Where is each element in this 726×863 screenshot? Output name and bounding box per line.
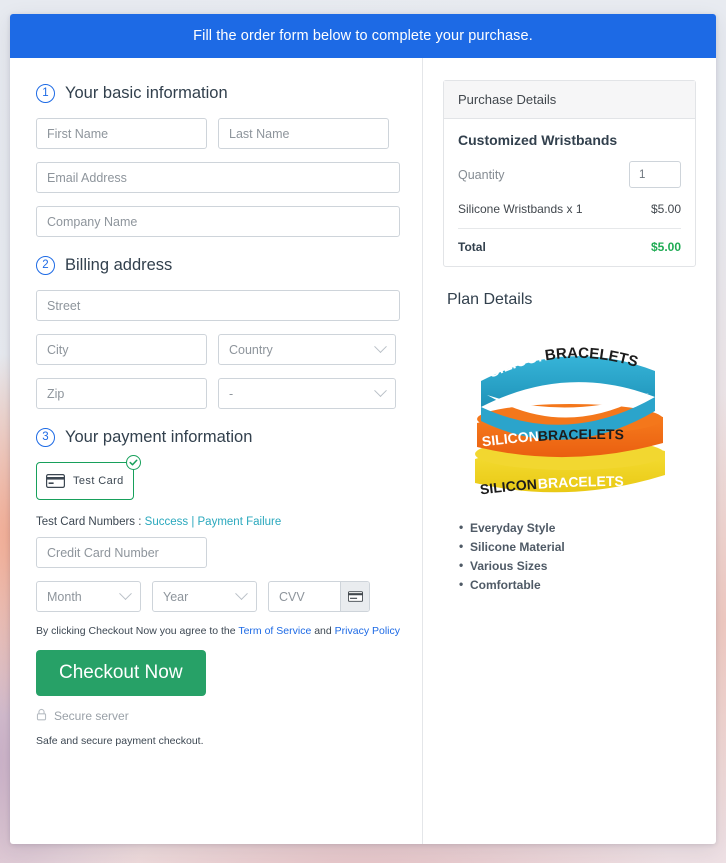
cvv-card-icon xyxy=(340,582,369,611)
checkout-card: Fill the order form below to complete yo… xyxy=(10,14,716,844)
expiry-cvv-row: Month Year CVV xyxy=(36,581,400,612)
last-name-input[interactable]: Last Name xyxy=(218,118,389,149)
svg-text:BRACELETS: BRACELETS xyxy=(537,426,624,444)
secure-server-note: Secure server xyxy=(36,708,400,724)
credit-card-number-input[interactable]: Credit Card Number xyxy=(36,537,207,568)
step-number-1: 1 xyxy=(36,84,55,103)
email-row: Email Address xyxy=(36,162,400,193)
step-heading-payment-information: 3 Your payment information xyxy=(36,428,400,447)
card-number-row: Credit Card Number xyxy=(36,537,400,568)
terms-prefix: By clicking Checkout Now you agree to th… xyxy=(36,625,239,637)
card-body: 1 Your basic information First Name Last… xyxy=(10,58,716,844)
country-select[interactable]: Country xyxy=(218,334,396,365)
link-separator: | xyxy=(188,516,198,528)
total-price: $5.00 xyxy=(650,240,681,254)
page-root: Fill the order form below to complete yo… xyxy=(0,0,726,863)
email-field[interactable]: Email Address xyxy=(36,162,400,193)
zip-state-row: Zip - xyxy=(36,378,400,409)
form-column: 1 Your basic information First Name Last… xyxy=(10,58,422,844)
banner-text: Fill the order form below to complete yo… xyxy=(193,28,533,44)
step-heading-basic-information: 1 Your basic information xyxy=(36,84,400,103)
first-name-input[interactable]: First Name xyxy=(36,118,207,149)
street-input[interactable]: Street xyxy=(36,290,400,321)
test-card-numbers-hint: Test Card Numbers : Success | Payment Fa… xyxy=(36,516,400,528)
chevron-down-icon xyxy=(235,587,248,601)
total-row: Total $5.00 xyxy=(458,229,681,254)
expiry-month-value: Month xyxy=(47,589,82,604)
company-name-input[interactable]: Company Name xyxy=(36,206,400,237)
lock-icon xyxy=(36,708,47,724)
city-input[interactable]: City xyxy=(36,334,207,365)
product-title: Customized Wristbands xyxy=(458,132,618,148)
plan-details-title: Plan Details xyxy=(447,291,533,308)
list-item: Various Sizes xyxy=(459,558,696,573)
line-item-row: Silicone Wristbands x 1 $5.00 xyxy=(458,202,681,229)
summary-column: Purchase Details Customized Wristbands Q… xyxy=(422,58,716,844)
test-card-option-wrapper: Test Card xyxy=(36,455,141,500)
list-item: Comfortable xyxy=(459,577,696,592)
expiry-year-select[interactable]: Year xyxy=(152,581,257,612)
line-item-price: $5.00 xyxy=(650,202,681,216)
chevron-down-icon xyxy=(374,384,387,398)
zip-input[interactable]: Zip xyxy=(36,378,207,409)
step-title-billing-address: Billing address xyxy=(65,256,173,274)
term-of-service-link[interactable]: Term of Service xyxy=(238,625,311,637)
state-select-value: - xyxy=(229,386,234,401)
test-numbers-prefix: Test Card Numbers : xyxy=(36,516,145,528)
credit-card-icon xyxy=(46,474,65,489)
country-select-value: Country xyxy=(229,342,273,357)
quantity-input[interactable]: 1 xyxy=(629,161,681,188)
company-row: Company Name xyxy=(36,206,400,237)
test-card-label: Test Card xyxy=(73,475,124,487)
purchase-details-header: Purchase Details xyxy=(444,81,695,119)
quantity-row: Quantity 1 xyxy=(458,161,681,188)
expiry-year-value: Year xyxy=(163,589,189,604)
terms-agreement-text: By clicking Checkout Now you agree to th… xyxy=(36,625,400,637)
expiry-month-select[interactable]: Month xyxy=(36,581,141,612)
line-item-label: Silicone Wristbands x 1 xyxy=(458,202,583,216)
total-label: Total xyxy=(458,240,486,254)
step-number-2: 2 xyxy=(36,256,55,275)
name-row: First Name Last Name xyxy=(36,118,400,149)
payment-failure-test-card-link[interactable]: Payment Failure xyxy=(198,516,282,528)
list-item: Everyday Style xyxy=(459,520,696,535)
street-row: Street xyxy=(36,290,400,321)
city-country-row: City Country xyxy=(36,334,400,365)
secure-server-label: Secure server xyxy=(54,709,129,723)
chevron-down-icon xyxy=(119,587,132,601)
checkout-now-button[interactable]: Checkout Now xyxy=(36,650,206,696)
purchase-details-body: Customized Wristbands Quantity 1 Silicon… xyxy=(444,119,695,266)
terms-middle: and xyxy=(311,625,335,637)
top-banner: Fill the order form below to complete yo… xyxy=(10,14,716,58)
plan-features-list: Everyday Style Silicone Material Various… xyxy=(459,520,696,592)
success-test-card-link[interactable]: Success xyxy=(145,516,188,528)
purchase-details-panel: Purchase Details Customized Wristbands Q… xyxy=(443,80,696,267)
privacy-policy-link[interactable]: Privacy Policy xyxy=(335,625,400,637)
wristbands-product-image: SILICON BRACELETS SILICON BRACELETS SILI… xyxy=(467,323,672,497)
step-heading-billing-address: 2 Billing address xyxy=(36,256,400,275)
cvv-input[interactable]: CVV xyxy=(269,582,340,611)
state-select[interactable]: - xyxy=(218,378,396,409)
quantity-label: Quantity xyxy=(458,167,505,182)
list-item: Silicone Material xyxy=(459,539,696,554)
cvv-group: CVV xyxy=(268,581,370,612)
chevron-down-icon xyxy=(374,340,387,354)
test-card-option[interactable]: Test Card xyxy=(36,462,134,500)
step-title-basic-information: Your basic information xyxy=(65,84,228,102)
svg-text:BRACELETS: BRACELETS xyxy=(537,473,624,492)
safe-checkout-note: Safe and secure payment checkout. xyxy=(36,735,204,747)
step-title-payment-information: Your payment information xyxy=(65,428,253,446)
check-circle-icon xyxy=(126,455,141,470)
step-number-3: 3 xyxy=(36,428,55,447)
